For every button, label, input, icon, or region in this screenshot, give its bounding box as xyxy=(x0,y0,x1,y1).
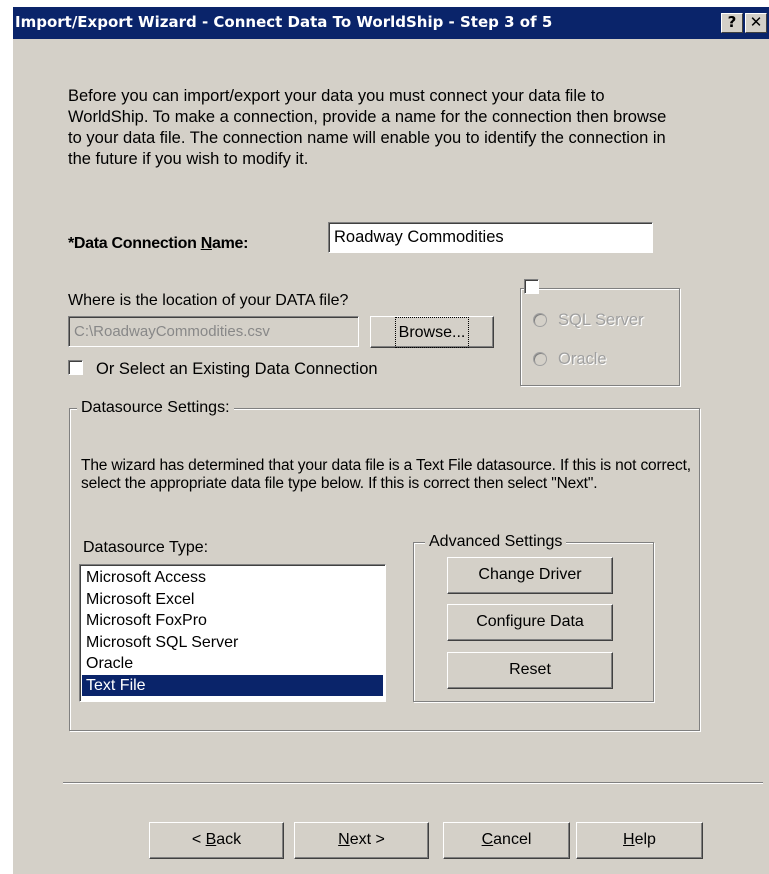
change-driver-button[interactable]: Change Driver xyxy=(447,557,613,594)
database-type-group xyxy=(520,288,680,386)
list-item[interactable]: Oracle xyxy=(82,653,383,675)
database-type-checkbox[interactable] xyxy=(524,279,539,294)
list-item[interactable]: Microsoft Excel xyxy=(82,589,383,611)
list-item[interactable]: Microsoft SQL Server xyxy=(82,632,383,654)
help-button[interactable]: Help xyxy=(576,822,703,859)
list-item-selected[interactable]: Text File xyxy=(82,674,383,696)
close-icon[interactable]: ✕ xyxy=(745,13,767,33)
datasource-description: The wizard has determined that your data… xyxy=(81,457,691,492)
connection-name-label: *Data Connection Name: xyxy=(68,235,249,252)
intro-text: Before you can import/export your data y… xyxy=(68,87,667,168)
configure-data-button[interactable]: Configure Data xyxy=(447,604,613,641)
browse-button-label: Browse... xyxy=(394,317,470,348)
data-file-path-input[interactable] xyxy=(68,316,359,347)
wizard-window: Import/Export Wizard - Connect Data To W… xyxy=(12,7,769,874)
connection-name-input[interactable] xyxy=(328,222,653,253)
cancel-button[interactable]: Cancel xyxy=(443,822,570,859)
browse-button[interactable]: Browse... xyxy=(370,316,494,348)
datasource-type-label: Datasource Type: xyxy=(83,539,209,556)
existing-connection-checkbox[interactable] xyxy=(68,360,83,375)
list-item[interactable]: Microsoft FoxPro xyxy=(82,610,383,632)
sql-server-label: SQL Server xyxy=(558,311,644,329)
data-file-label: Where is the location of your DATA file? xyxy=(68,292,349,309)
oracle-label: Oracle xyxy=(558,350,607,368)
footer-separator xyxy=(63,782,763,784)
back-button[interactable]: < Back xyxy=(149,822,284,859)
reset-button[interactable]: Reset xyxy=(447,652,613,689)
datasource-type-listbox[interactable]: Microsoft Access Microsoft Excel Microso… xyxy=(79,564,386,702)
existing-connection-label[interactable]: Or Select an Existing Data Connection xyxy=(96,360,378,379)
help-icon[interactable]: ? xyxy=(721,13,743,33)
next-button[interactable]: Next > xyxy=(294,822,429,859)
datasource-settings-legend: Datasource Settings: xyxy=(77,399,234,417)
list-item[interactable]: Microsoft Access xyxy=(82,567,383,589)
sql-server-radio[interactable] xyxy=(533,313,547,327)
advanced-settings-legend: Advanced Settings xyxy=(425,533,567,551)
oracle-radio[interactable] xyxy=(533,352,547,366)
window-title: Import/Export Wizard - Connect Data To W… xyxy=(15,13,553,31)
title-bar[interactable]: Import/Export Wizard - Connect Data To W… xyxy=(13,7,769,39)
